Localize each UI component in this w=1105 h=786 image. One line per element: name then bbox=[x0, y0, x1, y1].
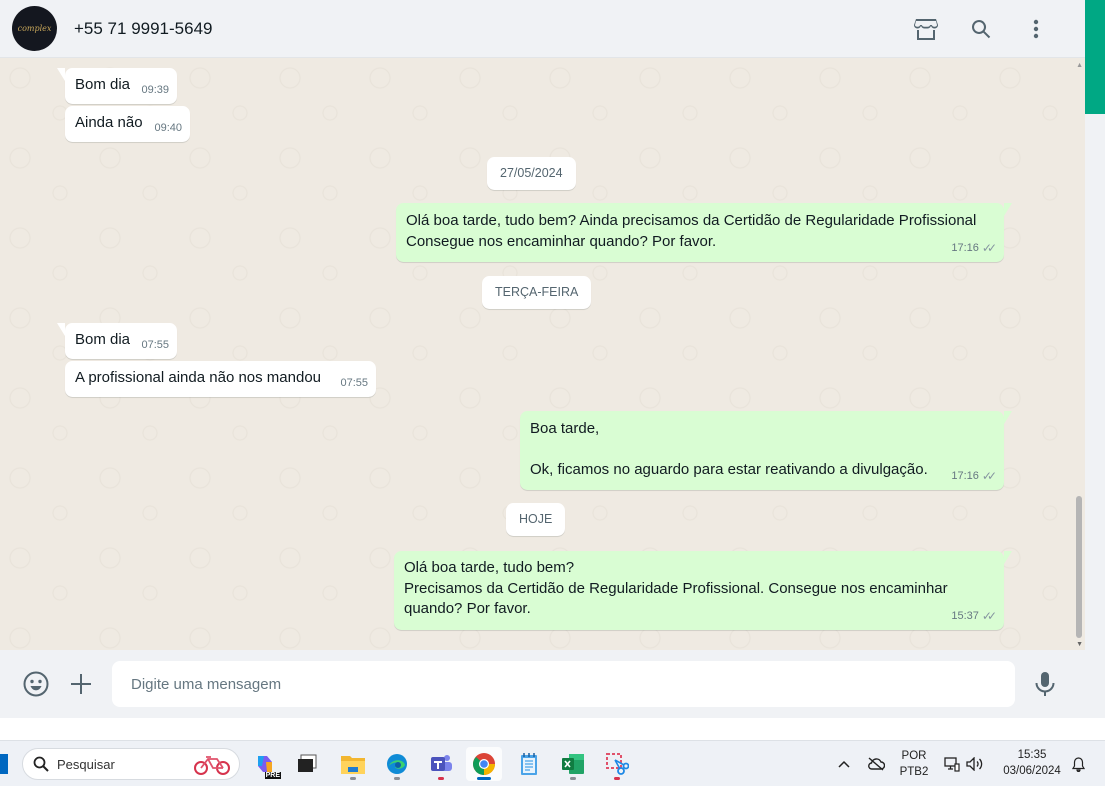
edge-icon[interactable] bbox=[379, 747, 415, 781]
more-vertical-icon[interactable] bbox=[1008, 9, 1063, 49]
message-text: Bom dia bbox=[75, 76, 131, 93]
contact-name[interactable]: +55 71 9991-5649 bbox=[74, 19, 213, 39]
message-incoming[interactable]: A profissional ainda não nos mandou 07:5… bbox=[65, 361, 376, 397]
avatar-logo-text: complex bbox=[17, 24, 52, 33]
keyboard-layout: PTB2 bbox=[899, 766, 929, 778]
volume-icon[interactable] bbox=[964, 741, 986, 786]
excel-icon[interactable] bbox=[555, 747, 591, 781]
message-text-line: quando? Por favor. bbox=[404, 600, 531, 617]
message-text-line: Olá boa tarde, tudo bem? Ainda precisamo… bbox=[406, 212, 977, 229]
message-text-line: Ok, ficamos no aguardo para estar reativ… bbox=[530, 461, 928, 478]
message-time: 07:55 bbox=[340, 376, 368, 389]
tray-chevron-icon[interactable] bbox=[836, 741, 852, 786]
message-incoming[interactable]: Bom dia 07:55 bbox=[57, 323, 177, 359]
search-icon bbox=[33, 756, 49, 772]
double-check-icon: ✓✓ bbox=[981, 608, 997, 623]
message-incoming[interactable]: Ainda não 09:40 bbox=[65, 106, 190, 142]
double-check-icon: ✓✓ bbox=[981, 240, 997, 255]
taskbar-search[interactable]: Pesquisar bbox=[22, 748, 240, 780]
message-time: 17:16 bbox=[951, 469, 979, 482]
message-text-line: Precisamos da Certidão de Regularidade P… bbox=[404, 579, 948, 597]
message-incoming[interactable]: Bom dia 09:39 bbox=[57, 68, 177, 104]
file-explorer-icon[interactable] bbox=[335, 747, 371, 781]
message-time: 07:55 bbox=[141, 338, 169, 351]
message-outgoing[interactable]: Boa tarde, Ok, ficamos no aguardo para e… bbox=[520, 411, 1012, 490]
message-text-line: Consegue nos encaminhar quando? Por favo… bbox=[406, 232, 717, 250]
message-time: 15:37 bbox=[951, 609, 979, 622]
emoji-icon[interactable] bbox=[18, 666, 54, 702]
language-indicator[interactable]: POR PTB2 bbox=[896, 741, 932, 786]
date-separator: 27/05/2024 bbox=[487, 157, 576, 190]
plus-icon[interactable] bbox=[63, 666, 99, 702]
snipping-tool-icon[interactable] bbox=[599, 747, 635, 781]
search-label: Pesquisar bbox=[57, 756, 115, 772]
windows-taskbar: Pesquisar PRE POR PTB2 15:35 03/06/2024 bbox=[0, 740, 1105, 786]
chat-header: complex +55 71 9991-5649 bbox=[0, 0, 1085, 58]
system-clock[interactable]: 15:35 03/06/2024 bbox=[996, 747, 1068, 779]
scroll-up-arrow-icon[interactable]: ▲ bbox=[1076, 62, 1083, 69]
search-icon[interactable] bbox=[953, 9, 1008, 49]
scroll-down-arrow-icon[interactable]: ▼ bbox=[1076, 641, 1083, 648]
notification-bell-icon[interactable] bbox=[1070, 741, 1086, 786]
message-outgoing[interactable]: Olá boa tarde, tudo bem? Ainda precisamo… bbox=[396, 203, 1012, 262]
double-check-icon: ✓✓ bbox=[981, 468, 997, 483]
task-view-icon[interactable] bbox=[289, 747, 325, 781]
message-text: Ainda não bbox=[75, 114, 143, 131]
window-side-strip bbox=[1085, 0, 1105, 718]
clock-date: 03/06/2024 bbox=[1003, 765, 1061, 777]
message-time: 09:40 bbox=[154, 121, 182, 134]
date-separator: HOJE bbox=[506, 503, 566, 536]
message-composer bbox=[0, 650, 1085, 718]
teams-icon[interactable] bbox=[423, 747, 459, 781]
conversation-panel[interactable]: ▲ ▼ Bom dia 09:39 Ainda não 09:40 27/05/… bbox=[0, 58, 1085, 650]
message-text: Bom dia bbox=[75, 331, 131, 348]
shop-icon[interactable] bbox=[898, 9, 953, 49]
date-separator: TERÇA-FEIRA bbox=[482, 276, 592, 309]
message-input[interactable] bbox=[112, 661, 1015, 707]
message-text-line: Boa tarde, bbox=[530, 420, 600, 437]
copilot-icon[interactable]: PRE bbox=[247, 747, 283, 781]
contact-avatar[interactable]: complex bbox=[12, 6, 57, 51]
message-time: 17:16 bbox=[951, 241, 979, 254]
message-text-line: Olá boa tarde, tudo bem? bbox=[404, 559, 575, 576]
message-text: A profissional ainda não nos mandou bbox=[75, 369, 322, 386]
header-actions bbox=[898, 9, 1063, 49]
message-time: 09:39 bbox=[141, 83, 169, 96]
language-code: POR bbox=[901, 750, 927, 762]
start-button[interactable] bbox=[0, 754, 8, 774]
chat-scrollbar[interactable] bbox=[1076, 496, 1082, 638]
network-icon[interactable] bbox=[943, 741, 961, 786]
microphone-icon[interactable] bbox=[1027, 666, 1063, 702]
bicycle-icon bbox=[193, 754, 231, 781]
message-outgoing[interactable]: Olá boa tarde, tudo bem? Precisamos da C… bbox=[394, 551, 1012, 630]
clock-time: 15:35 bbox=[1017, 749, 1047, 761]
message-text-line bbox=[530, 440, 928, 461]
cloud-offline-icon[interactable] bbox=[866, 741, 886, 786]
chrome-icon[interactable] bbox=[466, 747, 502, 781]
notepad-icon[interactable] bbox=[511, 747, 547, 781]
